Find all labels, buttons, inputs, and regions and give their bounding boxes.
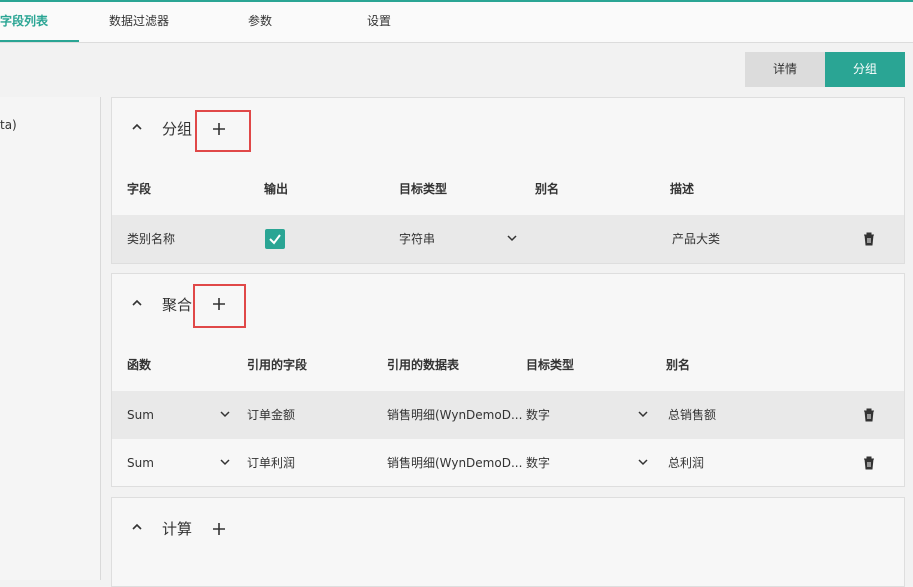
output-checkbox[interactable]	[265, 229, 285, 249]
referenced-table-cell[interactable]: 销售明细(WynDemoD...	[387, 439, 522, 487]
tab-settings[interactable]: 设置	[367, 2, 391, 42]
calculation-section: 计算	[111, 497, 905, 587]
aggregation-section: 聚合 函数 引用的字段 引用的数据表 目标类型 别名 Sum 订单金额 销售明细…	[111, 273, 905, 487]
tab-parameters[interactable]: 参数	[248, 2, 272, 42]
column-header: 字段	[127, 182, 152, 196]
referenced-field-cell[interactable]: 订单利润	[247, 439, 295, 487]
plus-icon[interactable]	[211, 521, 227, 537]
target-type-select[interactable]: 数字	[526, 391, 550, 439]
column-header: 输出	[264, 182, 289, 196]
target-type-select[interactable]: 数字	[526, 439, 550, 487]
alias-cell[interactable]: 总利润	[668, 439, 704, 487]
column-header: 别名	[535, 182, 560, 196]
table-row: Sum 订单金额 销售明细(WynDemoD... 数字 总销售额	[112, 391, 904, 439]
trash-icon[interactable]	[863, 232, 875, 246]
trash-icon[interactable]	[863, 456, 875, 470]
group-section: 分组 字段 输出 目标类型 别名 描述 类别名称 字符串 产品大类	[111, 97, 905, 264]
column-header: 引用的数据表	[387, 358, 460, 372]
field-list-item[interactable]: ta)	[0, 118, 17, 132]
chevron-down-icon[interactable]	[638, 458, 648, 466]
column-header: 描述	[670, 182, 695, 196]
group-button[interactable]: 分组	[825, 52, 905, 87]
highlight-box	[195, 110, 251, 152]
column-header: 目标类型	[526, 358, 575, 372]
table-row: Sum 订单利润 销售明细(WynDemoD... 数字 总利润	[112, 439, 904, 487]
referenced-table-cell[interactable]: 销售明细(WynDemoD...	[387, 391, 522, 439]
detail-button[interactable]: 详情	[745, 52, 825, 87]
highlight-box	[193, 284, 246, 328]
target-type-select[interactable]: 字符串	[399, 215, 435, 263]
group-section-title: 分组	[162, 120, 193, 138]
chevron-down-icon[interactable]	[220, 410, 230, 418]
function-select[interactable]: Sum	[127, 391, 154, 439]
chevron-up-icon[interactable]	[130, 120, 144, 134]
column-header: 目标类型	[399, 182, 448, 196]
tab-field-list[interactable]: 字段列表	[0, 2, 79, 42]
chevron-up-icon[interactable]	[130, 296, 144, 310]
description-cell[interactable]: 产品大类	[672, 215, 720, 263]
aggregation-section-title: 聚合	[162, 296, 193, 314]
tab-bar: 字段列表 数据过滤器 参数 设置	[0, 2, 913, 43]
tab-data-filter[interactable]: 数据过滤器	[109, 2, 169, 42]
chevron-up-icon[interactable]	[130, 520, 144, 534]
column-header: 函数	[127, 358, 152, 372]
chevron-down-icon[interactable]	[638, 410, 648, 418]
calculation-section-title: 计算	[162, 520, 193, 538]
alias-cell[interactable]: 总销售额	[668, 391, 716, 439]
column-header: 引用的字段	[247, 358, 308, 372]
group-section-header: 分组	[112, 98, 904, 158]
aggregation-section-header: 聚合	[112, 274, 904, 334]
check-icon	[269, 234, 281, 245]
field-list-panel: ta)	[0, 97, 101, 580]
trash-icon[interactable]	[863, 408, 875, 422]
chevron-down-icon[interactable]	[220, 458, 230, 466]
table-row: 类别名称 字符串 产品大类	[112, 215, 904, 263]
chevron-down-icon[interactable]	[507, 234, 517, 242]
function-select[interactable]: Sum	[127, 439, 154, 487]
referenced-field-cell[interactable]: 订单金额	[247, 391, 295, 439]
column-header: 别名	[666, 358, 691, 372]
calculation-section-header: 计算	[112, 498, 904, 558]
field-name-cell[interactable]: 类别名称	[127, 215, 175, 263]
